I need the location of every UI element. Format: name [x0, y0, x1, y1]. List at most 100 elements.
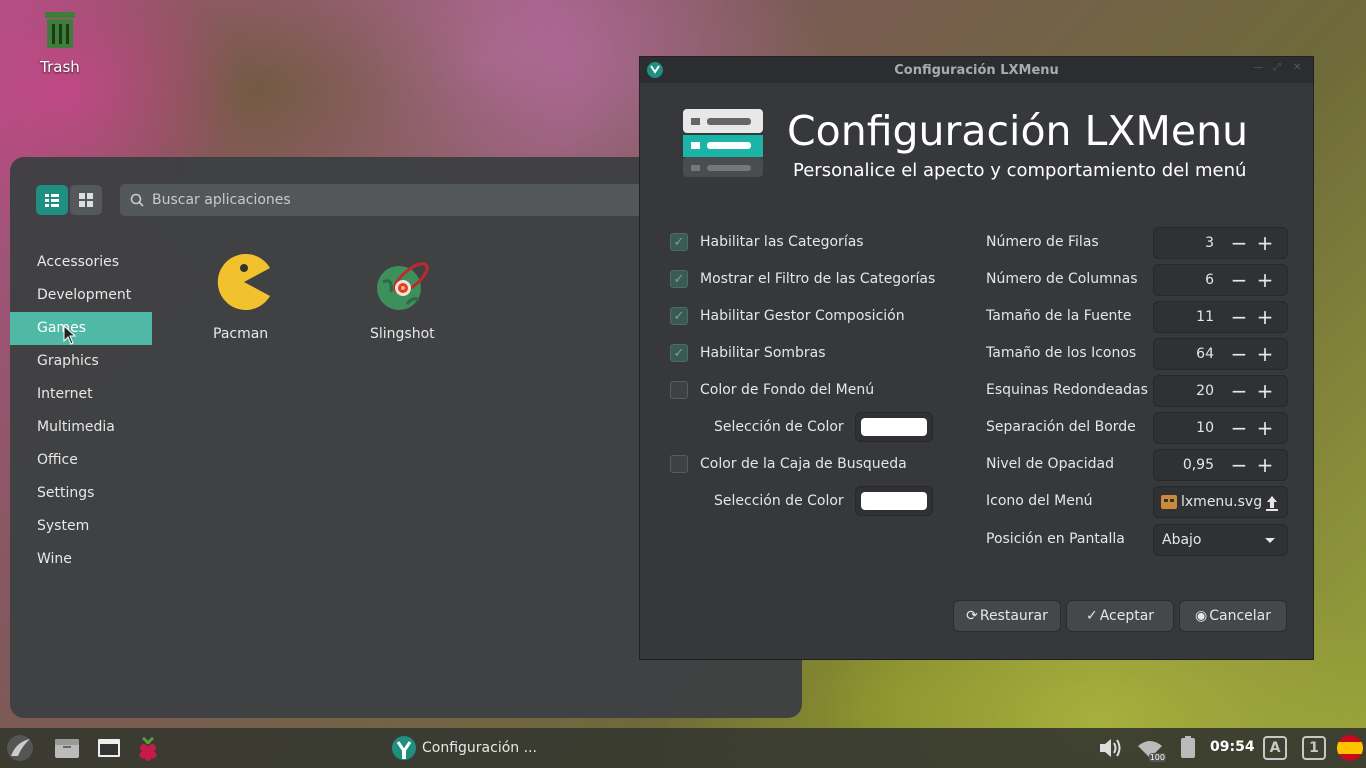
raspberry-pi-icon[interactable]: [134, 734, 162, 762]
category-wine[interactable]: Wine: [10, 543, 152, 576]
spinner-value[interactable]: 0,95: [1154, 457, 1226, 473]
app-label: Pacman: [213, 326, 269, 342]
num-lock-indicator: 1: [1302, 736, 1326, 760]
start-menu-icon[interactable]: [6, 734, 34, 762]
minus-icon[interactable]: −: [1226, 344, 1252, 364]
file-manager-icon[interactable]: [53, 734, 81, 762]
trash-desktop-icon[interactable]: Trash: [28, 10, 92, 76]
battery-icon[interactable]: [1174, 734, 1202, 762]
checkbox[interactable]: [670, 233, 688, 251]
category-list: Accessories Development Games Graphics I…: [10, 246, 152, 576]
option-menu-background-color[interactable]: Color de Fondo del Menú: [670, 380, 874, 400]
header-subtitle: Personalice el apecto y comportamiento d…: [793, 160, 1247, 181]
checkbox[interactable]: [670, 455, 688, 473]
window-titlebar[interactable]: Configuración LXMenu — ⤢ ✕: [640, 57, 1313, 83]
wifi-status[interactable]: 100: [1136, 734, 1166, 762]
option-show-category-filter[interactable]: Mostrar el Filtro de las Categorías: [670, 269, 935, 289]
menu-settings-icon: [683, 109, 763, 177]
columns-spinner[interactable]: 6 − +: [1153, 264, 1288, 296]
minus-icon[interactable]: −: [1226, 418, 1252, 438]
spinner-value[interactable]: 11: [1154, 309, 1226, 325]
pacman-icon: [217, 254, 270, 310]
option-enable-categories[interactable]: Habilitar las Categorías: [670, 232, 864, 252]
app-grid: Pacman Slingshot: [200, 252, 514, 342]
keyboard-layout-flag-icon[interactable]: [1336, 734, 1364, 762]
maximize-icon[interactable]: ⤢: [1273, 63, 1283, 73]
menu-icon-file-button[interactable]: lxmenu.svg: [1153, 486, 1288, 518]
lxmenu-app-icon: [392, 736, 416, 760]
search-box-color-button[interactable]: [855, 486, 933, 516]
minus-icon[interactable]: −: [1226, 233, 1252, 253]
screen-position-value: Abajo: [1162, 532, 1202, 548]
caps-lock-indicator: A: [1263, 736, 1287, 760]
category-accessories[interactable]: Accessories: [10, 246, 152, 279]
menu-icon-filename: lxmenu.svg: [1181, 494, 1263, 510]
minus-icon[interactable]: −: [1226, 270, 1252, 290]
task-label: Configuración ...: [422, 740, 537, 756]
spinner-value[interactable]: 6: [1154, 272, 1226, 288]
option-label: Habilitar Sombras: [700, 345, 826, 361]
spinner-value[interactable]: 20: [1154, 383, 1226, 399]
minus-icon[interactable]: −: [1226, 455, 1252, 475]
plus-icon[interactable]: +: [1252, 344, 1278, 364]
app-pacman[interactable]: Pacman: [200, 252, 357, 342]
option-enable-shadows[interactable]: Habilitar Sombras: [670, 343, 826, 363]
category-system[interactable]: System: [10, 510, 152, 543]
cancel-button[interactable]: ◉ Cancelar: [1179, 600, 1287, 632]
spinner-value[interactable]: 3: [1154, 235, 1226, 251]
opacity-label: Nivel de Opacidad: [986, 456, 1114, 472]
font-size-spinner[interactable]: 11 − +: [1153, 301, 1288, 333]
category-internet[interactable]: Internet: [10, 378, 152, 411]
opacity-spinner[interactable]: 0,95 − +: [1153, 449, 1288, 481]
taskbar-task-lxmenu-config[interactable]: Configuración ...: [390, 733, 537, 763]
list-view-button[interactable]: [36, 185, 68, 215]
app-slingshot[interactable]: Slingshot: [357, 252, 514, 342]
spinner-value[interactable]: 64: [1154, 346, 1226, 362]
category-development[interactable]: Development: [10, 279, 152, 312]
option-label: Color de la Caja de Busqueda: [700, 456, 907, 472]
category-games[interactable]: Games: [10, 312, 152, 345]
option-label: Color de Fondo del Menú: [700, 382, 875, 398]
minus-icon[interactable]: −: [1226, 381, 1252, 401]
grid-view-button[interactable]: [70, 185, 102, 215]
volume-icon[interactable]: [1096, 734, 1124, 762]
category-graphics[interactable]: Graphics: [10, 345, 152, 378]
plus-icon[interactable]: +: [1252, 455, 1278, 475]
show-desktop-icon[interactable]: [95, 734, 123, 762]
header-title: Configuración LXMenu: [787, 107, 1249, 155]
spinner-value[interactable]: 10: [1154, 420, 1226, 436]
icon-size-spinner[interactable]: 64 − +: [1153, 338, 1288, 370]
menu-background-color-button[interactable]: [855, 412, 933, 442]
minimize-icon[interactable]: —: [1253, 63, 1263, 73]
restore-button[interactable]: ⟳ Restaurar: [953, 600, 1061, 632]
plus-icon[interactable]: +: [1252, 307, 1278, 327]
option-search-box-color[interactable]: Color de la Caja de Busqueda: [670, 454, 907, 474]
rows-spinner[interactable]: 3 − +: [1153, 227, 1288, 259]
cancel-label: Cancelar: [1209, 608, 1271, 624]
plus-icon[interactable]: +: [1252, 418, 1278, 438]
plus-icon[interactable]: +: [1252, 233, 1278, 253]
category-settings[interactable]: Settings: [10, 477, 152, 510]
plus-icon[interactable]: +: [1252, 270, 1278, 290]
screen-position-label: Posición en Pantalla: [986, 531, 1125, 547]
border-gap-label: Separación del Borde: [986, 419, 1136, 435]
checkbox[interactable]: [670, 307, 688, 325]
menu-icon-label: Icono del Menú: [986, 493, 1093, 509]
close-icon[interactable]: ✕: [1293, 63, 1303, 73]
checkbox[interactable]: [670, 381, 688, 399]
border-gap-spinner[interactable]: 10 − +: [1153, 412, 1288, 444]
checkmark-icon: ✓: [1085, 608, 1098, 624]
clock[interactable]: 09:54: [1210, 739, 1255, 755]
trash-label: Trash: [40, 58, 80, 76]
checkbox[interactable]: [670, 270, 688, 288]
minus-icon[interactable]: −: [1226, 307, 1252, 327]
accept-button[interactable]: ✓ Aceptar: [1066, 600, 1174, 632]
search-input[interactable]: [152, 192, 712, 208]
plus-icon[interactable]: +: [1252, 381, 1278, 401]
checkbox[interactable]: [670, 344, 688, 362]
category-office[interactable]: Office: [10, 444, 152, 477]
screen-position-select[interactable]: Abajo: [1153, 524, 1288, 556]
rounded-corners-spinner[interactable]: 20 − +: [1153, 375, 1288, 407]
option-enable-compositor[interactable]: Habilitar Gestor Composición: [670, 306, 905, 326]
category-multimedia[interactable]: Multimedia: [10, 411, 152, 444]
